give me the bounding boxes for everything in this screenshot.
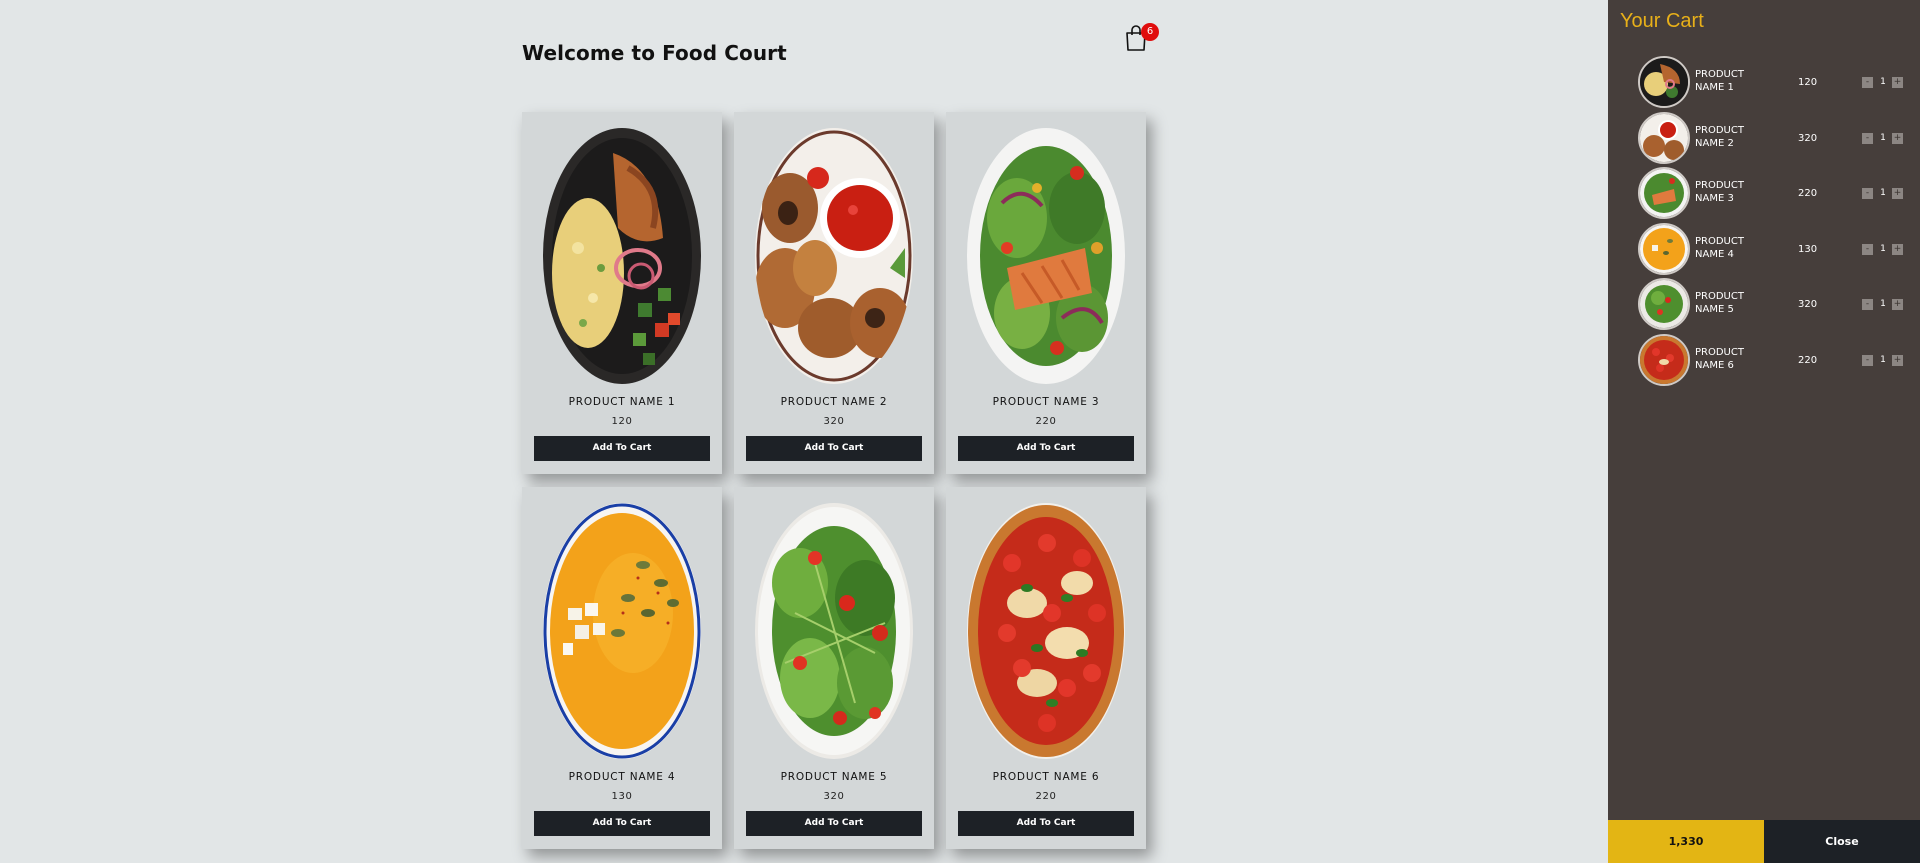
cart-item-price: 320 [1798, 299, 1818, 311]
add-to-cart-button[interactable]: Add To Cart [534, 436, 710, 461]
cart-item-thumbnail [1638, 333, 1690, 386]
decrease-qty-button[interactable]: - [1862, 299, 1873, 311]
add-to-cart-button[interactable]: Add To Cart [958, 436, 1134, 461]
cart-item-price: 220 [1798, 188, 1818, 200]
increase-qty-button[interactable]: + [1892, 132, 1903, 144]
cart-item-price: 130 [1798, 243, 1818, 255]
decrease-qty-button[interactable]: - [1862, 77, 1873, 88]
increase-qty-button[interactable]: + [1892, 77, 1903, 88]
cart-item-qty: 1 [1880, 188, 1886, 199]
cart-item-thumbnail [1638, 278, 1690, 331]
cart-item-qty: 1 [1880, 354, 1886, 365]
cart-count-badge: 6 [1141, 23, 1159, 41]
cart-item-name: PRODUCT NAME 4 [1695, 235, 1744, 260]
cart-item: PRODUCT NAME 1 120 - 1 + [1608, 56, 1920, 112]
product-name: PRODUCT NAME 5 [780, 771, 888, 783]
cart-item: PRODUCT NAME 6 220 - 1 + [1608, 333, 1920, 390]
cart-item-name: PRODUCT NAME 5 [1695, 291, 1744, 316]
cart-item: PRODUCT NAME 4 130 - 1 + [1608, 222, 1920, 279]
product-price: 320 [823, 791, 845, 802]
increase-qty-button[interactable]: + [1892, 299, 1903, 311]
cart-item: PRODUCT NAME 5 320 - 1 + [1608, 278, 1920, 334]
cart-item-qty: 1 [1880, 132, 1886, 143]
product-price: 220 [1035, 416, 1057, 427]
product-price: 120 [611, 416, 633, 427]
decrease-qty-button[interactable]: - [1862, 132, 1873, 144]
product-card: PRODUCT NAME 1 120 Add To Cart [522, 112, 722, 474]
add-to-cart-button[interactable]: Add To Cart [746, 436, 922, 461]
product-name: PRODUCT NAME 3 [992, 396, 1100, 408]
cart-item-price: 220 [1798, 354, 1818, 366]
cart-item-name: PRODUCT NAME 3 [1695, 180, 1744, 205]
product-card: PRODUCT NAME 3 220 Add To Cart [946, 112, 1146, 474]
pumpkin-soup-image [543, 503, 701, 759]
product-name: PRODUCT NAME 4 [568, 771, 676, 783]
cart-total: 1,330 [1608, 820, 1764, 863]
pizza-image [967, 503, 1125, 759]
cart-item-qty: 1 [1880, 77, 1886, 87]
salmon-salad-image [967, 128, 1125, 384]
cart-item-name: PRODUCT NAME 6 [1695, 346, 1744, 371]
cart-item-name: PRODUCT NAME 1 [1695, 69, 1744, 93]
decrease-qty-button[interactable]: - [1862, 188, 1873, 200]
product-card: PRODUCT NAME 6 220 Add To Cart [946, 487, 1146, 849]
cart-item-thumbnail [1638, 222, 1690, 275]
cart-item-thumbnail [1638, 167, 1690, 220]
cart-item-qty: 1 [1880, 243, 1886, 254]
increase-qty-button[interactable]: + [1892, 188, 1903, 200]
product-card: PRODUCT NAME 2 320 Add To Cart [734, 112, 934, 474]
cart-item: PRODUCT NAME 3 220 - 1 + [1608, 167, 1920, 223]
add-to-cart-button[interactable]: Add To Cart [958, 811, 1134, 836]
product-card: PRODUCT NAME 5 320 Add To Cart [734, 487, 934, 849]
cart-item-price: 120 [1798, 77, 1818, 88]
product-card: PRODUCT NAME 4 130 Add To Cart [522, 487, 722, 849]
cart-item: PRODUCT NAME 2 320 - 1 + [1608, 111, 1920, 168]
cart-item-price: 320 [1798, 132, 1818, 144]
decrease-qty-button[interactable]: - [1862, 354, 1873, 366]
increase-qty-button[interactable]: + [1892, 243, 1903, 255]
cart-item-list: PRODUCT NAME 1 120 - 1 + PRODUCT NAME 2 … [1608, 56, 1920, 390]
product-grid: PRODUCT NAME 1 120 Add To Cart PRODUCT N… [522, 112, 1146, 849]
cart-item-thumbnail [1638, 56, 1690, 108]
cart-panel: Your Cart PRODUCT NAME 1 120 - 1 + PRODU… [1608, 0, 1920, 863]
cart-item-thumbnail [1638, 111, 1690, 164]
cart-item-name: PRODUCT NAME 2 [1695, 124, 1744, 149]
grain-bowl-image [543, 128, 701, 384]
increase-qty-button[interactable]: + [1892, 354, 1903, 366]
close-cart-button[interactable]: Close [1764, 820, 1920, 863]
product-name: PRODUCT NAME 1 [568, 396, 676, 408]
product-name: PRODUCT NAME 2 [780, 396, 888, 408]
product-name: PRODUCT NAME 6 [992, 771, 1100, 783]
add-to-cart-button[interactable]: Add To Cart [746, 811, 922, 836]
product-price: 130 [611, 791, 633, 802]
cart-item-qty: 1 [1880, 299, 1886, 310]
product-price: 220 [1035, 791, 1057, 802]
chicken-wings-image [755, 128, 913, 384]
add-to-cart-button[interactable]: Add To Cart [534, 811, 710, 836]
green-salad-image [755, 503, 913, 759]
page-title: Welcome to Food Court [522, 41, 787, 65]
decrease-qty-button[interactable]: - [1862, 243, 1873, 255]
cart-title: Your Cart [1620, 10, 1704, 32]
product-price: 320 [823, 416, 845, 427]
